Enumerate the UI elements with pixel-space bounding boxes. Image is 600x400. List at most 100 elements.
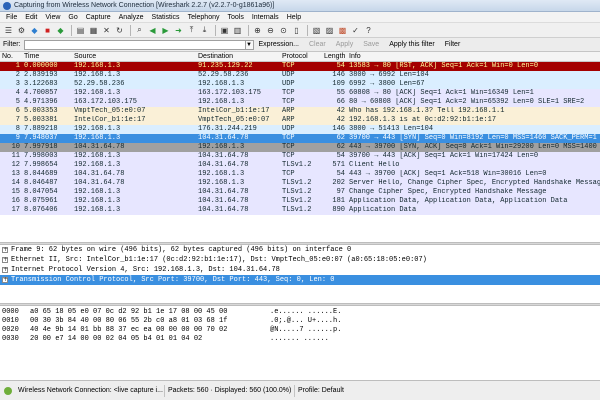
menu-analyze[interactable]: Analyze [115,14,148,21]
menu-telephony[interactable]: Telephony [184,14,224,21]
column-source[interactable]: Source [74,53,96,60]
expand-icon[interactable]: + [2,247,8,253]
hex-row[interactable]: 0010 00 30 3b 84 40 00 80 06 55 2b c0 a8… [0,317,600,326]
packet-destination: 192.168.1.3 [198,170,245,178]
packet-row[interactable]: 3 3.122683 52.29.58.236 192.168.1.3 UDP … [0,80,600,89]
capture-filters-icon[interactable]: ▧ [311,25,322,36]
packet-row[interactable]: 15 8.047054 192.168.1.3 104.31.64.78 TLS… [0,188,600,197]
packet-details: + Frame 9: 62 bytes on wire (496 bits), … [0,245,600,303]
last-icon[interactable]: ⤓ [199,25,210,36]
filter-button[interactable]: Filter [440,41,466,48]
help-icon[interactable]: ? [363,25,374,36]
resize-columns-icon[interactable]: ▯ [291,25,302,36]
interface-list-icon[interactable]: ☰ [3,25,14,36]
packet-destination: 192.168.1.3 [198,98,245,106]
status-profile[interactable]: Profile: Default [295,385,347,397]
packet-row[interactable]: 8 7.889218 192.168.1.3 176.31.244.219 UD… [0,125,600,134]
packet-time: 3.122683 [24,80,58,88]
menu-view[interactable]: View [41,14,64,21]
filter-dropdown-icon[interactable]: ▼ [245,39,254,50]
menu-tools[interactable]: Tools [223,14,247,21]
column-length[interactable]: Length [324,53,345,60]
close-icon[interactable]: ✕ [101,25,112,36]
coloring-rules-icon[interactable]: ▩ [337,25,348,36]
save-icon[interactable]: ▦ [88,25,99,36]
save-filter-button[interactable]: Save [358,41,384,48]
packet-destination: 176.31.244.219 [198,125,257,133]
packet-row-selected[interactable]: 9 7.948037 192.168.1.3 104.31.64.78 TCP … [0,134,600,143]
back-icon[interactable]: ◀ [147,25,158,36]
detail-row[interactable]: + Frame 9: 62 bytes on wire (496 bits), … [0,245,600,255]
stop-icon[interactable]: ■ [42,25,53,36]
packet-row[interactable]: 2 2.839193 192.168.1.3 52.29.58.236 UDP … [0,71,600,80]
packet-time: 7.997918 [24,143,58,151]
expand-icon[interactable]: + [2,267,8,273]
hex-row[interactable]: 0020 40 4e 9b 14 01 bb 88 37 ec ea 00 00… [0,326,600,335]
display-filters-icon[interactable]: ▨ [324,25,335,36]
goto-icon[interactable]: ➜ [173,25,184,36]
zoom-in-icon[interactable]: ⊕ [252,25,263,36]
autoscroll-icon[interactable]: ▥ [232,25,243,36]
packet-row[interactable]: 4 4.700857 192.168.1.3 163.172.103.175 T… [0,89,600,98]
packet-row[interactable]: 5 4.971396 163.172.103.175 192.168.1.3 T… [0,98,600,107]
packet-row[interactable]: 14 8.046487 104.31.64.78 192.168.1.3 TLS… [0,179,600,188]
packet-protocol: TCP [282,134,295,142]
start-icon[interactable]: ◆ [29,25,40,36]
packet-row[interactable]: 7 5.003381 IntelCor_b1:1e:17 VmptTech_05… [0,116,600,125]
colorize-icon[interactable]: ▣ [219,25,230,36]
capture-status-icon[interactable] [4,386,12,395]
column-protocol[interactable]: Protocol [282,53,308,60]
detail-row-selected[interactable]: + Transmission Control Protocol, Src Por… [0,275,600,285]
apply-this-filter-button[interactable]: Apply this filter [384,41,440,48]
expression-button[interactable]: Expression... [254,41,304,48]
restart-icon[interactable]: ◆ [55,25,66,36]
packet-info: 443 → 39700 [SYN, ACK] Seq=0 Ack=1 Win=2… [349,143,597,151]
menu-statistics[interactable]: Statistics [148,14,184,21]
column-time[interactable]: Time [24,53,39,60]
packet-row[interactable]: 12 7.998654 192.168.1.3 104.31.64.78 TLS… [0,161,600,170]
packet-time: 8.044689 [24,170,58,178]
preferences-icon[interactable]: ✓ [350,25,361,36]
packet-no: 15 [11,188,20,196]
packet-no: 9 [15,134,20,142]
forward-icon[interactable]: ▶ [160,25,171,36]
detail-row[interactable]: + Ethernet II, Src: IntelCor_b1:1e:17 (0… [0,255,600,265]
expand-icon[interactable]: + [2,277,8,283]
open-icon[interactable]: ▤ [75,25,86,36]
hex-row[interactable]: 0030 20 00 e7 14 00 00 02 04 05 b4 01 01… [0,335,600,344]
menu-internals[interactable]: Internals [248,14,283,21]
packet-info: 80 → 60808 [ACK] Seq=1 Ack=2 Win=65392 L… [349,98,585,106]
packet-time: 7.948037 [24,134,58,142]
expand-icon[interactable]: + [2,257,8,263]
menu-edit[interactable]: Edit [21,14,41,21]
packet-row[interactable]: 16 8.075961 192.168.1.3 104.31.64.78 TLS… [0,197,600,206]
packet-protocol: TLSv1.2 [282,197,312,205]
menu-go[interactable]: Go [64,14,81,21]
packet-row[interactable]: 11 7.998003 192.168.1.3 104.31.64.78 TCP… [0,152,600,161]
packet-row[interactable]: 6 5.003353 VmptTech_05:e0:07 IntelCor_b1… [0,107,600,116]
packet-length: 146 [332,71,345,79]
reload-icon[interactable]: ↻ [114,25,125,36]
packet-row[interactable]: 13 8.044689 104.31.64.78 192.168.1.3 TCP… [0,170,600,179]
hex-row[interactable]: 0000 a0 65 18 05 e0 07 0c d2 92 b1 1e 17… [0,308,600,317]
clear-button[interactable]: Clear [304,41,331,48]
menu-help[interactable]: Help [283,14,305,21]
find-icon[interactable]: ⌕ [134,25,145,36]
column-no[interactable]: No. [2,53,13,60]
packet-no: 10 [11,143,20,151]
first-icon[interactable]: ⤒ [186,25,197,36]
packet-row[interactable]: 1 0.000000 192.168.1.3 91.235.129.22 TCP… [0,62,600,71]
apply-button[interactable]: Apply [331,41,359,48]
display-filter-input[interactable] [23,39,246,50]
menu-capture[interactable]: Capture [82,14,115,21]
zoom-out-icon[interactable]: ⊖ [265,25,276,36]
detail-row[interactable]: + Internet Protocol Version 4, Src: 192.… [0,265,600,275]
column-info[interactable]: Info [349,53,361,60]
normal-size-icon[interactable]: ⊙ [278,25,289,36]
menu-file[interactable]: File [2,14,21,21]
packet-row[interactable]: 17 8.076406 192.168.1.3 104.31.64.78 TLS… [0,206,600,215]
options-icon[interactable]: ⚙ [16,25,27,36]
column-destination[interactable]: Destination [198,53,233,60]
packet-no: 14 [11,179,20,187]
packet-row[interactable]: 10 7.997918 104.31.64.78 192.168.1.3 TCP… [0,143,600,152]
